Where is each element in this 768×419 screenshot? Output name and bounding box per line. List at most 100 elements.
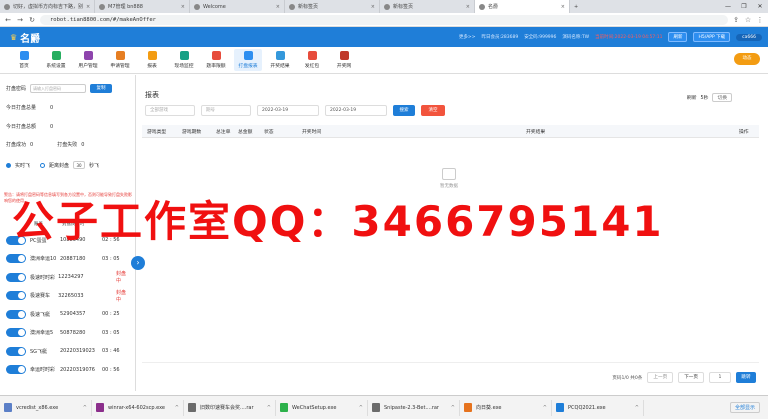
reload-icon[interactable]: ↻ (28, 16, 36, 24)
refresh-button[interactable]: 刷新 (668, 32, 688, 42)
page-input[interactable]: 1 (709, 372, 731, 383)
star-icon[interactable]: ☆ (744, 16, 752, 24)
browser-tab[interactable]: 切好，虚拟币方向标吉下路，别 × (0, 0, 95, 13)
download-item[interactable]: Snipaste-2.3-Bet....rar ^ (368, 399, 460, 416)
delay-radio[interactable] (40, 162, 46, 168)
favicon-icon (479, 3, 485, 10)
lottery-period: 52904357 (60, 311, 86, 317)
fail-value: 0 (81, 141, 85, 148)
today-amount-label: 今日打盘总额 (6, 124, 37, 130)
download-item[interactable]: PCQQ2021.exe ^ (552, 399, 644, 416)
menu-icon (243, 51, 253, 60)
chevron-up-icon[interactable]: ^ (543, 405, 547, 411)
lottery-toggle[interactable] (6, 254, 26, 263)
close-icon[interactable]: × (371, 4, 375, 10)
maximize-icon[interactable]: ❐ (736, 0, 752, 13)
tab-label: Welcome (203, 3, 226, 10)
today-total-value: 0 (50, 104, 54, 111)
browser-tab[interactable]: 名爵 × (475, 0, 570, 13)
search-button[interactable]: 搜索 (393, 105, 415, 116)
stat-value: 283689 (501, 35, 519, 40)
mode-row: 实时飞 距离封盘 30 秒飞 (6, 161, 99, 169)
chevron-up-icon[interactable]: ^ (359, 405, 363, 411)
chevron-up-icon[interactable]: ^ (175, 405, 179, 411)
download-item[interactable]: winrar-x64-602scp.exe ^ (92, 399, 184, 416)
menu-item[interactable]: 开奖网 (330, 49, 358, 71)
forward-icon[interactable]: → (16, 16, 24, 24)
lottery-name: 极速飞艇 (30, 311, 51, 318)
lottery-toggle[interactable] (6, 291, 26, 300)
lottery-toggle[interactable] (6, 272, 26, 282)
close-icon[interactable]: × (561, 4, 565, 10)
chevron-up-icon[interactable]: ^ (451, 405, 455, 411)
activity-button[interactable]: 动态 (734, 53, 760, 65)
stat-label: 安全码: (524, 35, 540, 40)
menu-label: 现场监控 (174, 64, 194, 69)
menu-item[interactable]: 首页 (10, 49, 38, 71)
close-icon[interactable]: × (86, 4, 90, 10)
chevron-up-icon[interactable]: ^ (83, 405, 87, 411)
copy-button[interactable]: 复制 (90, 84, 113, 93)
date-end-input[interactable]: 2022-03-19 (325, 105, 387, 116)
share-icon[interactable]: ⇪ (732, 16, 740, 24)
game-select[interactable]: 全部游戏 (145, 105, 195, 116)
browser-tab[interactable]: 新标签页 × (285, 0, 380, 13)
browser-tab[interactable]: Welcome × (190, 0, 285, 13)
download-item[interactable]: vcredist_x86.exe ^ (0, 399, 92, 416)
close-icon[interactable]: × (181, 4, 185, 10)
url-field[interactable]: robot.tian8800.com/#/makeAnOffer (40, 14, 728, 25)
lottery-status: 封盘中 (115, 289, 126, 303)
close-window-icon[interactable]: ✕ (752, 0, 768, 13)
menu-item[interactable]: 发红包 (298, 49, 326, 71)
lottery-countdown: 00 : 56 (102, 366, 120, 373)
lottery-period: 12234297 (58, 274, 84, 280)
menu-dots-icon[interactable]: ⋮ (756, 16, 764, 24)
go-page-button[interactable]: 跳转 (736, 372, 756, 383)
minimize-icon[interactable]: — (720, 0, 736, 13)
column-header: 游戏类型 (147, 130, 167, 135)
header-stat[interactable]: 更多>> (459, 34, 476, 40)
column-header: 总金额 (238, 130, 253, 135)
menu-item[interactable]: 现场监控 (170, 49, 198, 71)
refresh-select[interactable]: 切换 (712, 93, 732, 102)
download-item[interactable]: 向日葵.exe ^ (460, 399, 552, 416)
menu-item[interactable]: 打盘报表 (234, 49, 262, 71)
show-all-button[interactable]: 全部显示 (729, 402, 760, 413)
menu-item[interactable]: 系统设置 (42, 49, 70, 71)
menu-label: 题率限额 (206, 64, 226, 69)
browser-tab[interactable]: M7管理 bn888 × (95, 0, 190, 13)
realtime-radio[interactable] (6, 162, 11, 168)
lottery-period: 50878280 (60, 329, 86, 336)
prev-page-button[interactable]: 上一页 (647, 372, 674, 383)
date-start-input[interactable]: 2022-03-19 (257, 105, 319, 116)
lottery-toggle[interactable] (6, 309, 26, 319)
window-controls: — ❐ ✕ (720, 0, 768, 13)
close-icon[interactable]: × (276, 4, 280, 10)
lottery-toggle[interactable] (6, 346, 26, 356)
menu-item[interactable]: 申请管理 (106, 49, 134, 71)
menu-item[interactable]: 用户管理 (74, 49, 102, 71)
delay-input[interactable]: 30 (73, 161, 86, 169)
code-input[interactable]: 请输入打盘密码 (30, 84, 87, 93)
chevron-up-icon[interactable]: ^ (267, 405, 271, 411)
menu-item[interactable]: 题率限额 (202, 49, 230, 71)
browser-tab[interactable]: 新标签页 × (380, 0, 475, 13)
menu-item[interactable]: 报表 (138, 49, 166, 71)
menu-item[interactable]: 开奖结果 (266, 49, 294, 71)
period-input[interactable]: 期号 (201, 105, 251, 116)
close-icon[interactable]: × (466, 4, 470, 10)
lottery-toggle[interactable] (6, 365, 26, 374)
back-icon[interactable]: ← (4, 16, 12, 24)
lottery-row: 幸运时时彩 20220319076 00 : 56 (6, 363, 130, 377)
clear-button[interactable]: 清空 (421, 105, 445, 116)
lottery-toggle[interactable] (6, 328, 26, 337)
user-menu[interactable]: ca666 (736, 33, 762, 41)
app-download-button[interactable]: H5/APP 下载 (693, 32, 731, 42)
download-name: 向日葵.exe (476, 405, 502, 411)
chevron-up-icon[interactable]: ^ (635, 405, 639, 411)
new-tab-icon[interactable]: + (570, 0, 584, 13)
download-item[interactable]: WeChatSetup.exe ^ (276, 399, 368, 416)
next-page-button[interactable]: 下一页 (678, 372, 704, 383)
lottery-period: 20220319076 (60, 366, 95, 373)
download-item[interactable]: 旧数印速赛车会奖....rar ^ (184, 399, 276, 416)
